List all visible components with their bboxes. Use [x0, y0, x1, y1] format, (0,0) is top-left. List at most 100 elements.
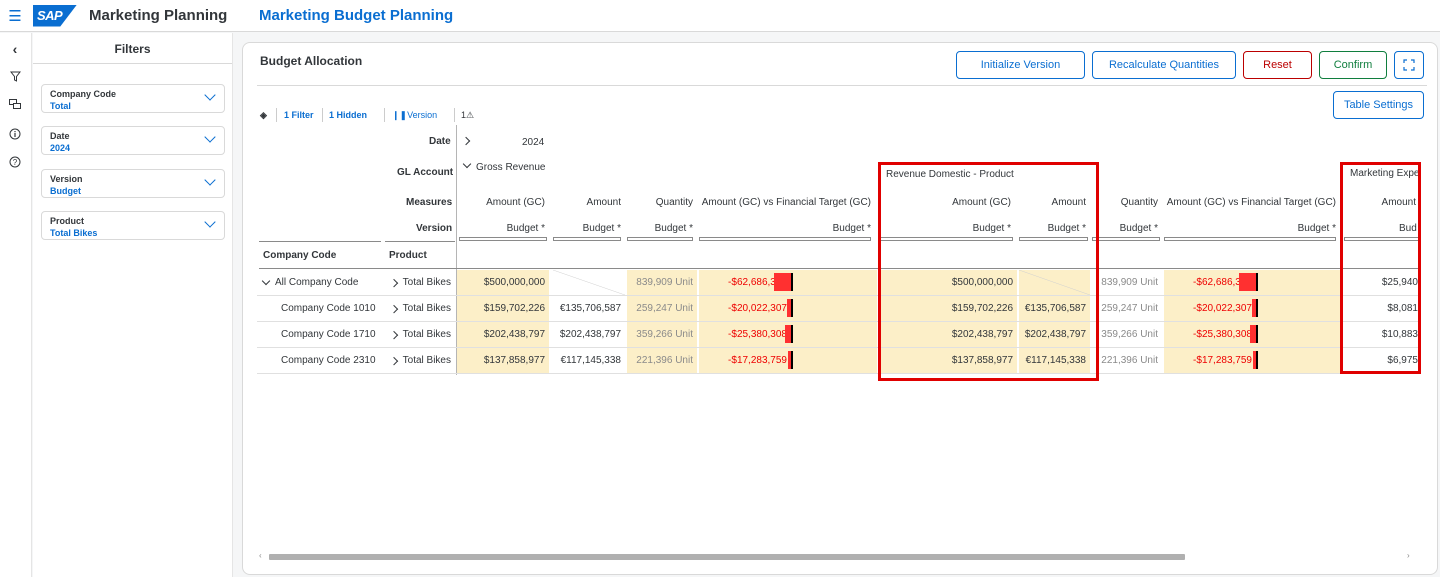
data-cell[interactable]: $202,438,797 — [457, 322, 549, 347]
data-cell[interactable]: 359,266 Unit — [627, 322, 697, 347]
measure-header: Amount — [586, 197, 621, 208]
date-expander[interactable] — [461, 136, 475, 147]
data-cell[interactable]: 359,266 Unit — [1092, 322, 1162, 347]
filter-value: Budget — [50, 186, 81, 196]
product-cell[interactable]: Total Bikes — [387, 296, 455, 321]
collapse-icon[interactable]: ‹ — [0, 41, 30, 57]
company-code-label: Company Code 1710 — [281, 329, 376, 340]
data-cell[interactable]: 839,909 Unit — [1092, 270, 1162, 295]
chevron-right-icon[interactable] — [389, 278, 398, 287]
data-cell[interactable] — [553, 270, 625, 295]
chevron-right-icon[interactable] — [389, 330, 398, 339]
filter-version[interactable]: Version Budget — [41, 169, 225, 198]
reset-button[interactable]: Reset — [1243, 51, 1312, 79]
data-cell[interactable]: 221,396 Unit — [627, 348, 697, 373]
data-cell[interactable]: -$25,380,308 — [699, 322, 877, 347]
scrollbar-thumb[interactable] — [269, 554, 1185, 560]
filter-product[interactable]: Product Total Bikes — [41, 211, 225, 240]
product-cell[interactable]: Total Bikes — [387, 270, 455, 295]
company-code-cell[interactable]: Company Code 1010 — [277, 296, 397, 321]
toolbar-divider — [276, 108, 277, 122]
scroll-right-icon[interactable]: › — [1407, 551, 1410, 560]
version-link-label: Version — [407, 110, 438, 120]
variance-value: -$20,022,307 — [1193, 303, 1252, 314]
table-settings-button[interactable]: Table Settings — [1333, 91, 1424, 119]
highlight-box — [1340, 162, 1421, 374]
product-cell[interactable]: Total Bikes — [387, 348, 455, 373]
company-code-cell[interactable]: Company Code 2310 — [277, 348, 397, 373]
chevron-down-icon[interactable] — [204, 174, 216, 186]
data-cell[interactable]: $500,000,000 — [457, 270, 549, 295]
chevron-right-icon[interactable] — [389, 356, 398, 365]
date-value: 2024 — [522, 137, 545, 148]
variance-value: -$25,380,308 — [1193, 329, 1252, 340]
version-header: Budget * — [582, 223, 621, 234]
menu-icon[interactable]: ☰ — [0, 7, 30, 25]
chevron-down-icon[interactable] — [204, 216, 216, 228]
data-cell[interactable]: -$25,380,308 — [1164, 322, 1342, 347]
column-resizer[interactable] — [459, 237, 547, 241]
data-cell[interactable]: -$17,283,759 — [1164, 348, 1342, 373]
initialize-version-button[interactable]: Initialize Version — [956, 51, 1085, 79]
data-cell[interactable]: 839,909 Unit — [627, 270, 697, 295]
filter-count-link[interactable]: 1 Filter — [284, 110, 314, 120]
company-code-cell[interactable]: All Company Code — [259, 270, 379, 295]
data-cell[interactable]: -$62,686,374 — [1164, 270, 1342, 295]
product-cell[interactable]: Total Bikes — [387, 322, 455, 347]
data-cell[interactable]: $137,858,977 — [457, 348, 549, 373]
data-cell[interactable]: 259,247 Unit — [1092, 296, 1162, 321]
variance-value: -$17,283,759 — [728, 355, 787, 366]
variance-value: -$20,022,307 — [728, 303, 787, 314]
filter-label: Product — [50, 216, 85, 226]
version-header: Budget * — [506, 223, 545, 234]
data-cell[interactable]: $159,702,226 — [457, 296, 549, 321]
filter-label: Version — [50, 174, 83, 184]
chevron-down-icon[interactable] — [261, 276, 271, 286]
shell-bar: ☰ SAP Marketing Planning Marketing Budge… — [0, 0, 1440, 32]
data-cell[interactable]: 221,396 Unit — [1092, 348, 1162, 373]
data-cell[interactable]: $202,438,797 — [553, 322, 625, 347]
company-code-cell[interactable]: Company Code 1710 — [277, 322, 397, 347]
warning-count[interactable]: 1⚠ — [461, 110, 474, 121]
svg-text:?: ? — [13, 158, 18, 167]
sap-logo[interactable]: SAP — [33, 4, 77, 27]
confirm-button[interactable]: Confirm — [1319, 51, 1387, 79]
company-code-label: Company Code 1010 — [281, 303, 376, 314]
column-resizer[interactable] — [627, 237, 693, 241]
version-link[interactable]: ❙❚Version — [392, 110, 437, 121]
chevron-down-icon[interactable] — [204, 89, 216, 101]
filter-panel: Filters Company Code Total Date 2024 Ver… — [33, 33, 233, 577]
chevron-down-icon[interactable] — [204, 131, 216, 143]
measure-header: Quantity — [655, 197, 693, 208]
filter-company-code[interactable]: Company Code Total — [41, 84, 225, 113]
column-resizer[interactable] — [1164, 237, 1336, 241]
data-cell[interactable]: -$20,022,307 — [1164, 296, 1342, 321]
data-cell[interactable]: -$17,283,759 — [699, 348, 877, 373]
column-resizer[interactable] — [1092, 237, 1160, 241]
help-icon[interactable]: ? — [0, 156, 30, 171]
chevron-right-icon[interactable] — [461, 136, 471, 146]
column-resizer[interactable] — [553, 237, 621, 241]
scroll-left-icon[interactable]: ‹ — [259, 551, 262, 560]
chevron-right-icon[interactable] — [389, 304, 398, 313]
chevron-down-icon[interactable] — [462, 159, 472, 169]
cube-icon[interactable]: ◈ — [260, 110, 267, 121]
data-cell[interactable]: -$62,686,374 — [699, 270, 877, 295]
filter-icon[interactable] — [0, 71, 30, 85]
recalculate-quantities-button[interactable]: Recalculate Quantities — [1092, 51, 1236, 79]
gl-account-value: Gross Revenue — [476, 162, 546, 173]
fullscreen-icon[interactable] — [1394, 51, 1424, 79]
filter-date[interactable]: Date 2024 — [41, 126, 225, 155]
info-icon[interactable] — [0, 128, 30, 143]
data-cell[interactable]: 259,247 Unit — [627, 296, 697, 321]
data-cell[interactable]: €117,145,338 — [553, 348, 625, 373]
measure-header: Amount (GC) vs Financial Target (GC) — [1166, 197, 1336, 208]
hidden-count-link[interactable]: 1 Hidden — [329, 110, 367, 120]
gl-account-expander[interactable]: Gross Revenue — [462, 159, 546, 173]
variance-bar — [788, 351, 793, 369]
data-cell[interactable]: €135,706,587 — [553, 296, 625, 321]
column-resizer[interactable] — [699, 237, 871, 241]
comments-icon[interactable] — [0, 99, 30, 113]
data-cell[interactable]: -$20,022,307 — [699, 296, 877, 321]
horizontal-scrollbar[interactable]: ‹ › — [257, 551, 1427, 561]
